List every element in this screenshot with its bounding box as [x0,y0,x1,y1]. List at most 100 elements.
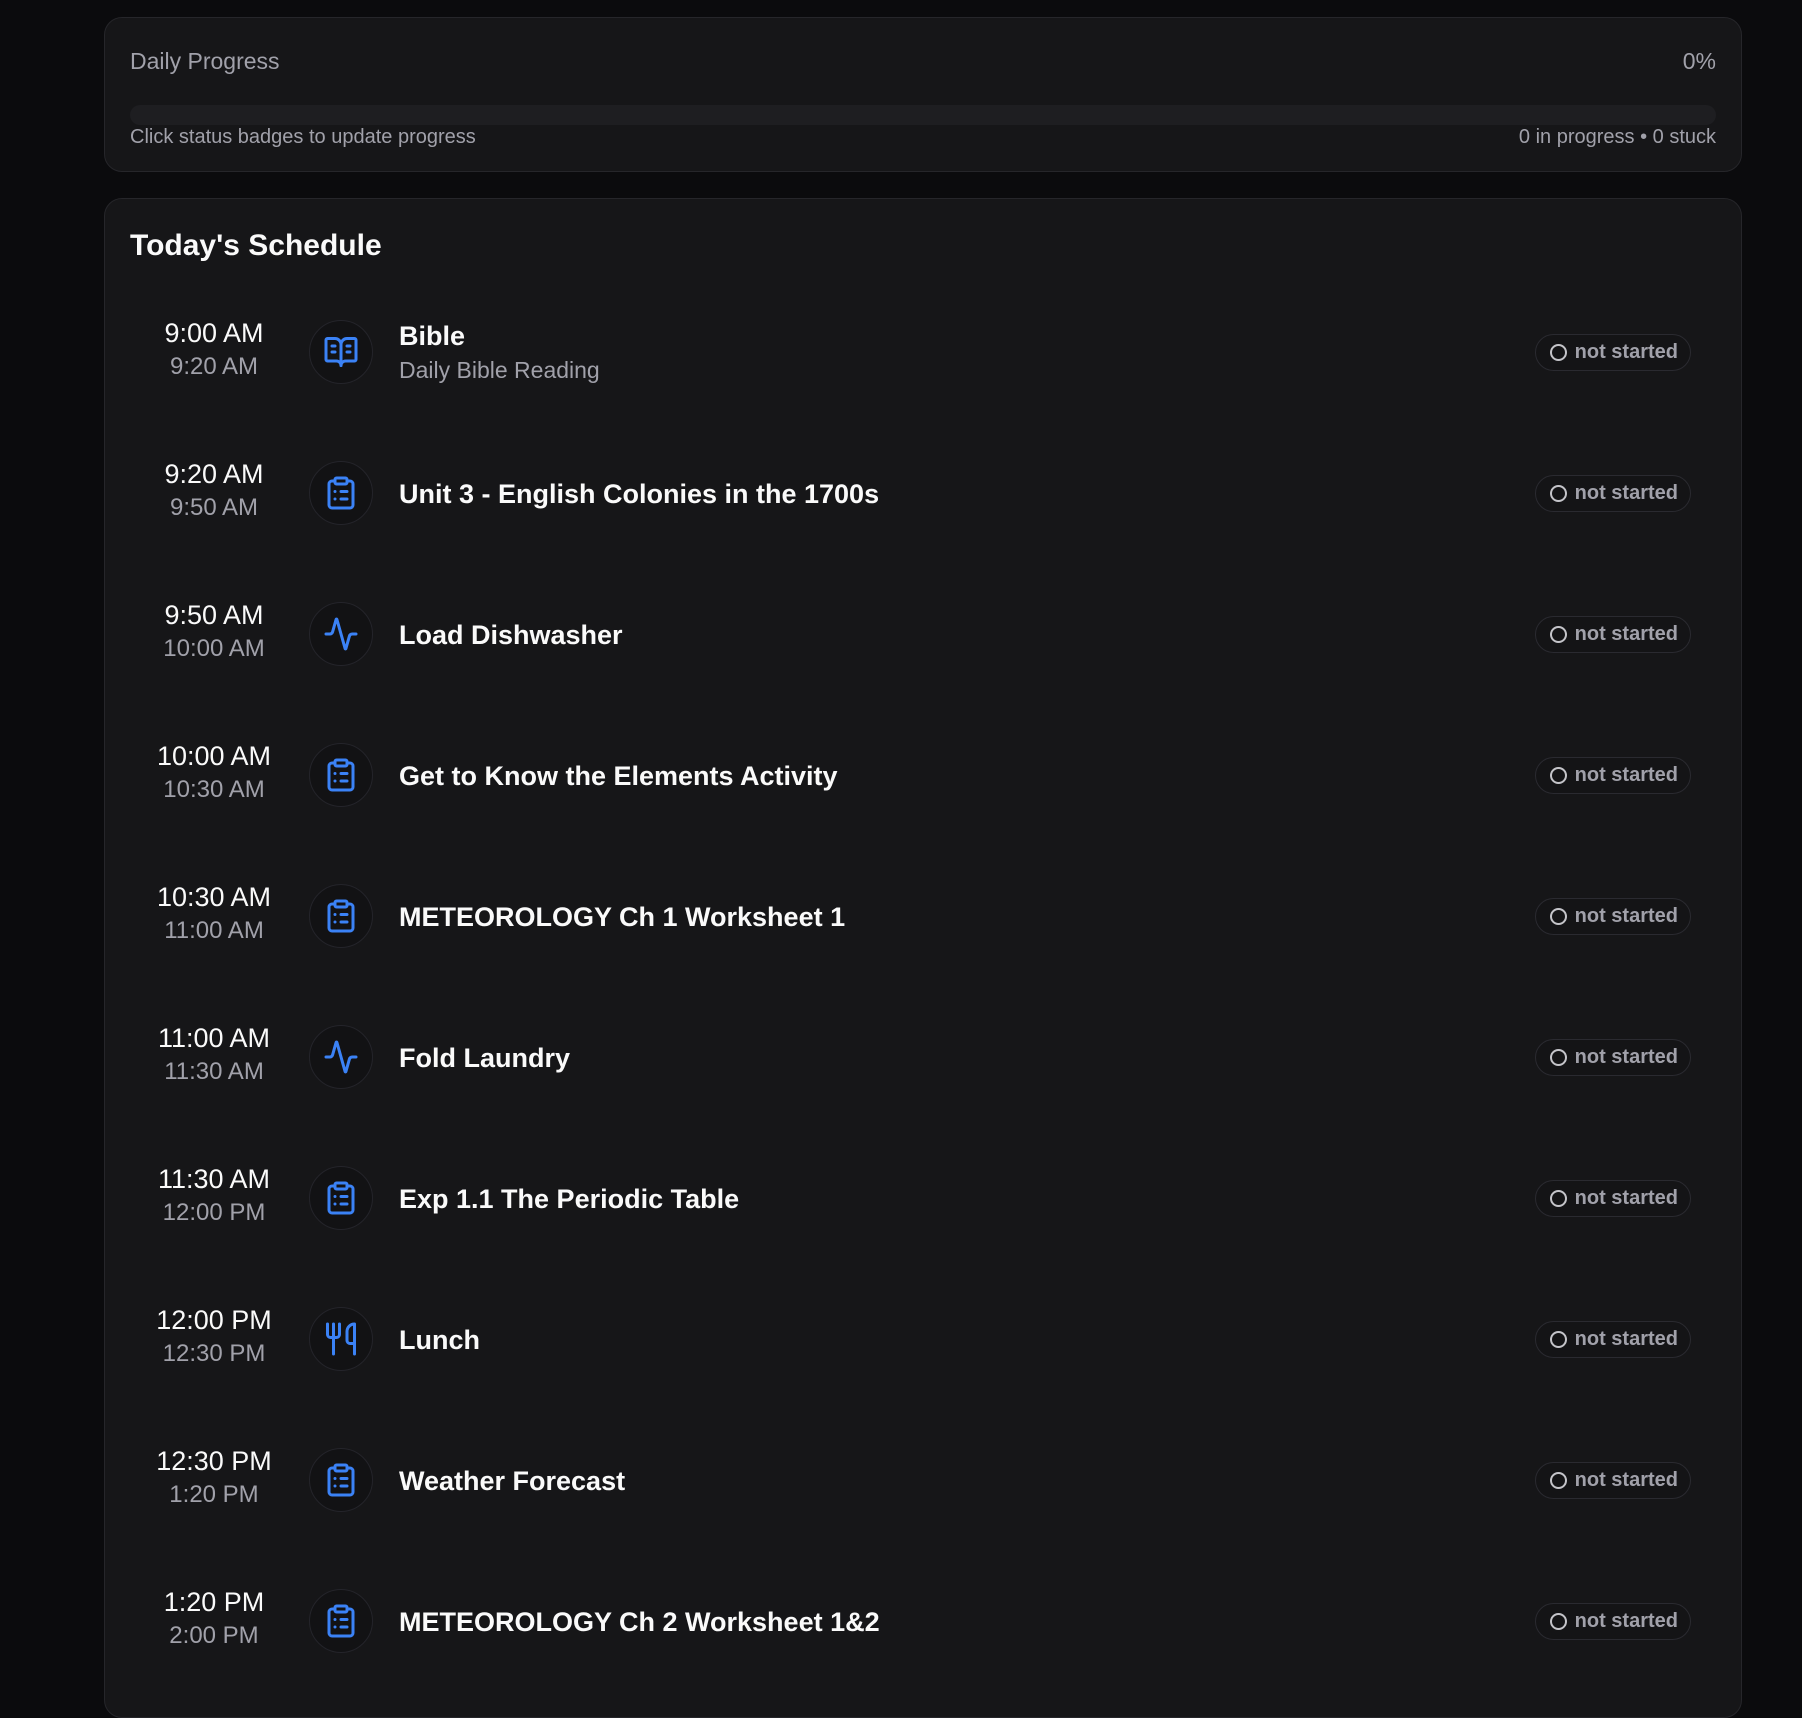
schedule-item-10: 1:20 PM 2:00 PM METEOROLOGY Ch 2 Workshe… [105,1551,1741,1692]
status-badge[interactable]: not started [1534,1039,1691,1076]
circle-icon [1549,908,1567,925]
start-time: 12:30 PM [156,1446,272,1476]
task-info: Fold Laundry [399,987,570,1128]
schedule-card: Today's Schedule 9:00 AM 9:20 AM Bible D… [104,198,1742,1718]
end-time: 10:00 AM [163,635,265,662]
time-range: 1:20 PM 2:00 PM [145,1585,283,1653]
status-badge[interactable]: not started [1534,1321,1691,1358]
end-time: 12:00 PM [162,1199,266,1226]
schedule-item-5: 10:30 AM 11:00 AM METEOROLOGY Ch 1 Works… [105,846,1741,987]
status-badge[interactable]: not started [1534,898,1691,935]
end-time: 9:20 AM [169,353,259,380]
start-time: 9:00 AM [164,318,264,348]
time-range: 12:00 PM 12:30 PM [145,1303,283,1371]
time-range: 9:20 AM 9:50 AM [145,457,283,525]
task-title: Unit 3 - English Colonies in the 1700s [399,478,880,509]
task-icon-wrap [309,1589,373,1653]
circle-icon [1549,1190,1567,1207]
task-title: Lunch [399,1324,480,1355]
clipboard-list-icon [323,1462,359,1498]
schedule-title: Today's Schedule [130,229,382,262]
time-range: 9:50 AM 10:00 AM [145,598,283,666]
status-label: not started [1574,764,1678,786]
start-time: 10:30 AM [156,882,272,912]
start-time: 9:20 AM [164,459,264,489]
status-badge[interactable]: not started [1534,475,1691,512]
status-badge[interactable]: not started [1534,616,1691,653]
task-info: Bible Daily Bible Reading [399,282,600,423]
time-range: 11:30 AM 12:00 PM [145,1162,283,1230]
circle-icon [1549,1472,1567,1489]
schedule-list: 9:00 AM 9:20 AM Bible Daily Bible Readin… [105,282,1741,1692]
status-badge[interactable]: not started [1534,334,1691,371]
schedule-item-1: 9:00 AM 9:20 AM Bible Daily Bible Readin… [105,282,1741,423]
status-badge[interactable]: not started [1534,1603,1691,1640]
clipboard-list-icon [323,1180,359,1216]
schedule-item-2: 9:20 AM 9:50 AM Unit 3 - English Colonie… [105,423,1741,564]
task-info: Weather Forecast [399,1410,625,1551]
task-title: Exp 1.1 The Periodic Table [399,1183,740,1214]
task-title: METEOROLOGY Ch 2 Worksheet 1&2 [399,1606,880,1637]
task-title: Fold Laundry [399,1042,570,1073]
task-title: Bible [399,320,466,351]
circle-icon [1549,1613,1567,1630]
end-time: 12:30 PM [162,1340,266,1367]
status-badge[interactable]: not started [1534,1180,1691,1217]
task-info: METEOROLOGY Ch 1 Worksheet 1 [399,846,845,987]
task-icon-wrap [309,320,373,384]
task-icon-wrap [309,1307,373,1371]
book-open-icon [323,334,359,370]
start-time: 1:20 PM [163,1587,265,1617]
daily-progress-card: Daily Progress 0% Click status badges to… [104,17,1742,172]
task-info: Lunch [399,1269,480,1410]
status-label: not started [1574,1046,1678,1068]
status-badge[interactable]: not started [1534,757,1691,794]
circle-icon [1549,1049,1567,1066]
time-range: 11:00 AM 11:30 AM [145,1021,283,1089]
progress-bar [130,105,1716,125]
status-label: not started [1574,623,1678,645]
task-icon-wrap [309,1448,373,1512]
circle-icon [1549,1331,1567,1348]
status-label: not started [1574,1469,1678,1491]
time-range: 12:30 PM 1:20 PM [145,1444,283,1512]
status-label: not started [1574,482,1678,504]
clipboard-list-icon [323,757,359,793]
end-time: 9:50 AM [169,494,259,521]
end-time: 11:00 AM [164,917,264,944]
progress-title: Daily Progress [130,48,280,74]
status-label: not started [1574,1328,1678,1350]
activity-icon [323,1039,359,1075]
task-icon-wrap [309,461,373,525]
schedule-item-6: 11:00 AM 11:30 AM Fold Laundry not start… [105,987,1741,1128]
status-badge[interactable]: not started [1534,1462,1691,1499]
utensils-icon [323,1321,359,1357]
start-time: 10:00 AM [156,741,272,771]
schedule-item-7: 11:30 AM 12:00 PM Exp 1.1 The Periodic T… [105,1128,1741,1269]
schedule-item-4: 10:00 AM 10:30 AM Get to Know the Elemen… [105,705,1741,846]
time-range: 10:00 AM 10:30 AM [145,739,283,807]
clipboard-list-icon [323,898,359,934]
activity-icon [323,616,359,652]
status-label: not started [1574,341,1678,363]
time-range: 9:00 AM 9:20 AM [145,316,283,384]
task-icon-wrap [309,743,373,807]
start-time: 9:50 AM [164,600,264,630]
task-info: METEOROLOGY Ch 2 Worksheet 1&2 [399,1551,880,1692]
task-icon-wrap [309,1166,373,1230]
task-icon-wrap [309,884,373,948]
end-time: 2:00 PM [169,1622,259,1649]
task-icon-wrap [309,602,373,666]
status-label: not started [1574,1610,1678,1632]
task-subtitle: Daily Bible Reading [399,356,600,383]
task-title: Get to Know the Elements Activity [399,760,838,791]
task-info: Load Dishwasher [399,564,623,705]
task-title: Weather Forecast [399,1465,626,1496]
end-time: 10:30 AM [163,776,265,803]
time-range: 10:30 AM 11:00 AM [145,880,283,948]
status-label: not started [1574,905,1678,927]
progress-percent: 0% [1682,48,1716,74]
schedule-item-9: 12:30 PM 1:20 PM Weather Forecast not st… [105,1410,1741,1551]
progress-header: Daily Progress 0% [130,48,1716,75]
task-info: Exp 1.1 The Periodic Table [399,1128,739,1269]
